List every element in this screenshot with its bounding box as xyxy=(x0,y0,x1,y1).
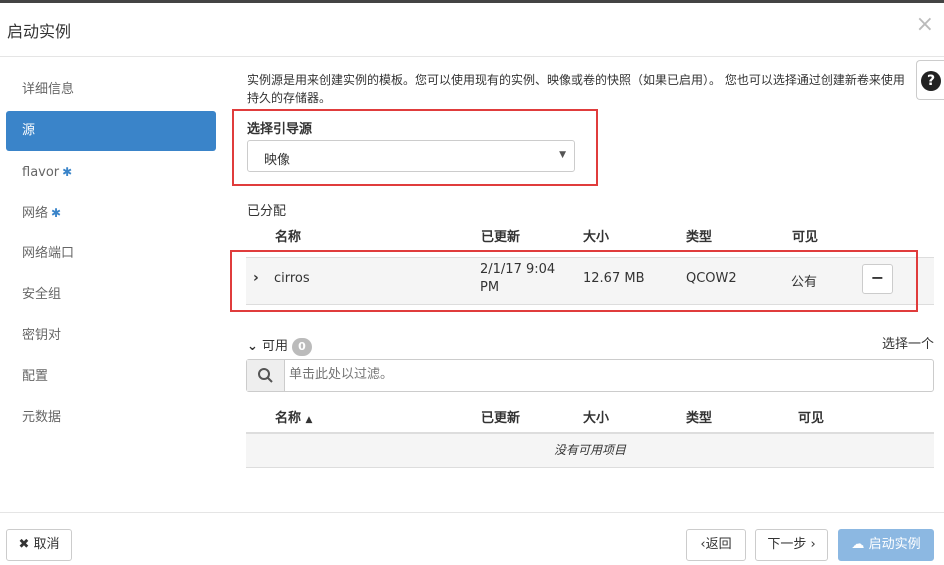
sidebar-item-network[interactable]: 网络 ✱ xyxy=(6,193,216,233)
boot-source-label: 选择引导源 xyxy=(247,122,313,137)
available-col-size[interactable]: 大小 xyxy=(583,407,609,426)
sidebar-item-details[interactable]: 详细信息 xyxy=(6,70,216,110)
help-icon: ? xyxy=(921,71,941,91)
allocated-label: 已分配 xyxy=(247,204,287,219)
cloud-upload-icon: ☁ xyxy=(851,537,865,552)
empty-state-row: 没有可用项目 xyxy=(246,434,934,468)
sidebar-item-label: 网络 xyxy=(22,206,49,221)
close-icon: ✖ xyxy=(18,537,30,552)
filter-search xyxy=(246,359,934,392)
sidebar-item-label: 密钥对 xyxy=(22,328,62,343)
sidebar-item-configuration[interactable]: 配置 xyxy=(6,357,216,397)
sidebar-item-network-ports[interactable]: 网络端口 xyxy=(6,234,216,274)
available-col-updated[interactable]: 已更新 xyxy=(481,407,520,426)
sidebar-item-label: flavor xyxy=(22,165,60,180)
sort-up-icon: ▲ xyxy=(305,415,313,425)
back-label: 返回 xyxy=(705,537,732,552)
source-description: 实例源是用来创建实例的模板。您可以使用现有的实例、映像或卷的快照（如果已启用）。… xyxy=(247,73,905,105)
modal-header: 启动实例 × xyxy=(0,3,944,57)
filter-input[interactable] xyxy=(289,367,889,382)
cancel-button[interactable]: ✖ 取消 xyxy=(6,529,72,561)
modal-title: 启动实例 xyxy=(7,22,72,41)
launch-label: 启动实例 xyxy=(868,537,921,552)
available-toggle[interactable]: ⌄ 可用 0 xyxy=(247,335,312,356)
wizard-sidebar: 详细信息 源 flavor ✱ 网络 ✱ 网络端口 安全组 密钥对 配置 元数据 xyxy=(6,70,216,439)
chevron-down-icon: ▼ xyxy=(559,150,566,160)
sidebar-item-label: 源 xyxy=(22,123,36,138)
highlight-box-allocated-row xyxy=(230,250,918,312)
sidebar-item-label: 安全组 xyxy=(22,287,62,302)
required-asterisk-icon: ✱ xyxy=(62,165,73,179)
available-count-badge: 0 xyxy=(292,338,312,356)
boot-source-value: 映像 xyxy=(264,153,291,168)
sidebar-item-source[interactable]: 源 xyxy=(6,111,216,151)
next-button[interactable]: 下一步 › xyxy=(755,529,828,561)
available-col-name[interactable]: 名称 ▲ xyxy=(275,407,312,426)
sidebar-item-label: 详细信息 xyxy=(22,82,75,97)
sidebar-item-label: 配置 xyxy=(22,369,49,384)
allocated-col-size: 大小 xyxy=(583,230,610,245)
sidebar-item-metadata[interactable]: 元数据 xyxy=(6,398,216,438)
sidebar-item-key-pair[interactable]: 密钥对 xyxy=(6,316,216,356)
sidebar-item-label: 网络端口 xyxy=(22,246,75,261)
boot-source-select[interactable]: 映像 ▼ xyxy=(247,140,575,172)
cancel-label: 取消 xyxy=(33,537,60,552)
sidebar-item-flavor[interactable]: flavor ✱ xyxy=(6,152,216,192)
footer-divider xyxy=(0,512,944,513)
available-label: 可用 xyxy=(262,339,289,354)
chevron-right-icon: › xyxy=(810,537,816,552)
back-button[interactable]: ‹返回 xyxy=(686,529,746,561)
allocated-col-name: 名称 xyxy=(275,230,302,245)
close-icon[interactable]: × xyxy=(916,13,934,37)
search-button[interactable] xyxy=(247,360,285,391)
available-col-name-label: 名称 xyxy=(275,411,302,426)
help-button[interactable]: ? xyxy=(916,60,944,100)
search-icon xyxy=(258,368,273,383)
sidebar-item-label: 元数据 xyxy=(22,410,62,425)
allocated-col-updated: 已更新 xyxy=(481,230,521,245)
empty-state-text: 没有可用项目 xyxy=(553,443,626,457)
launch-instance-button[interactable]: ☁ 启动实例 xyxy=(838,529,934,561)
select-one-hint: 选择一个 xyxy=(882,337,935,352)
next-label: 下一步 xyxy=(767,537,807,552)
required-asterisk-icon: ✱ xyxy=(51,206,62,220)
available-col-visibility[interactable]: 可见 xyxy=(798,407,824,426)
allocated-col-type: 类型 xyxy=(686,230,713,245)
sidebar-item-security-groups[interactable]: 安全组 xyxy=(6,275,216,315)
available-col-type[interactable]: 类型 xyxy=(686,407,712,426)
allocated-col-visibility: 可见 xyxy=(792,230,819,245)
chevron-down-icon: ⌄ xyxy=(247,339,258,354)
